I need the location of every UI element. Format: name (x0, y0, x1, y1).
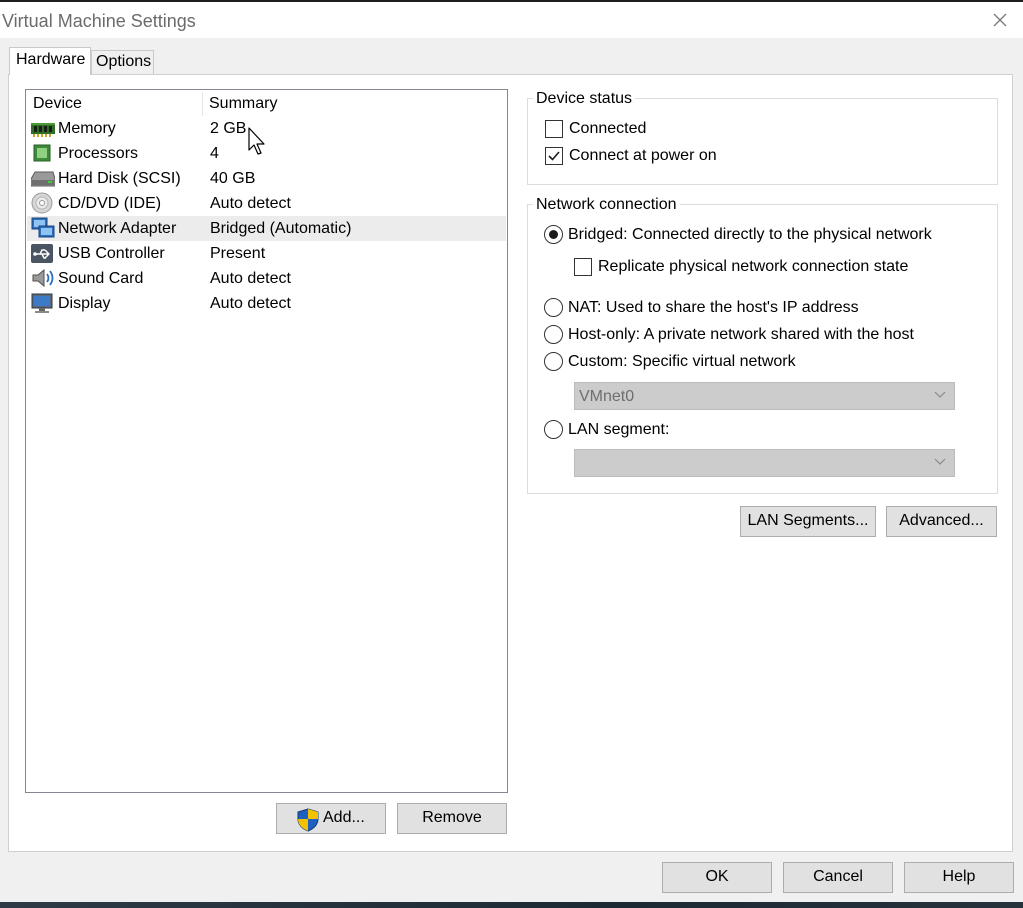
sound-card-icon (31, 268, 54, 288)
device-status-legend: Device status (533, 90, 636, 108)
replicate-state-checkbox[interactable] (574, 258, 592, 276)
bridged-label[interactable]: Bridged: Connected directly to the physi… (568, 225, 932, 245)
device-name: Processors (58, 145, 139, 162)
custom-radio[interactable] (544, 352, 563, 371)
device-summary: Auto detect (210, 270, 291, 287)
device-row-usb-controller[interactable]: USB Controller Present (27, 241, 506, 266)
advanced-button[interactable]: Advanced... (886, 506, 997, 537)
tab-options-label: Options (96, 53, 152, 70)
remove-device-button[interactable]: Remove (397, 803, 507, 834)
device-summary: Present (210, 245, 266, 262)
help-button[interactable]: Help (904, 862, 1014, 893)
mouse-cursor-icon (248, 127, 268, 157)
device-summary: 2 GB (210, 120, 247, 137)
network-adapter-icon (31, 217, 55, 238)
close-icon[interactable] (991, 11, 1009, 29)
column-header-summary[interactable]: Summary (202, 90, 277, 118)
tab-hardware[interactable]: Hardware (9, 47, 91, 75)
device-list[interactable]: Device Summary Memory 2 GB Processors 4 … (25, 89, 508, 793)
device-summary: 4 (210, 145, 219, 162)
processor-icon (31, 144, 53, 163)
device-row-display[interactable]: Display Auto detect (27, 291, 506, 316)
memory-icon (31, 119, 55, 138)
taskbar-edge (0, 902, 1023, 908)
device-status-group (527, 98, 998, 185)
device-name: USB Controller (58, 245, 165, 262)
window-title: Virtual Machine Settings (2, 11, 196, 31)
device-summary: Auto detect (210, 195, 291, 212)
usb-icon (31, 244, 53, 263)
add-device-button[interactable]: Add... (276, 803, 386, 834)
tab-options[interactable]: Options (91, 50, 154, 74)
device-name: CD/DVD (IDE) (58, 195, 162, 212)
cancel-button[interactable]: Cancel (783, 862, 893, 893)
nat-radio[interactable] (544, 298, 563, 317)
custom-network-select[interactable]: VMnet0 (574, 382, 955, 410)
device-row-network-adapter[interactable]: Network Adapter Bridged (Automatic) (27, 216, 506, 241)
device-summary: Bridged (Automatic) (210, 220, 352, 237)
column-header-device[interactable]: Device (26, 90, 82, 118)
radio-selected-dot (549, 230, 558, 239)
custom-network-value: VMnet0 (579, 388, 635, 405)
chevron-down-icon (934, 458, 946, 465)
host-only-radio[interactable] (544, 325, 563, 344)
host-only-label[interactable]: Host-only: A private network shared with… (568, 325, 914, 345)
custom-label[interactable]: Custom: Specific virtual network (568, 352, 796, 372)
device-name: Memory (58, 120, 116, 137)
nat-label[interactable]: NAT: Used to share the host's IP address (568, 298, 859, 318)
add-device-button-label: Add... (323, 809, 365, 826)
device-row-cd-dvd[interactable]: CD/DVD (IDE) Auto detect (27, 191, 506, 216)
device-name: Display (58, 295, 111, 312)
device-summary: Auto detect (210, 295, 291, 312)
chevron-down-icon (934, 391, 946, 398)
connected-label[interactable]: Connected (569, 119, 646, 139)
lan-segment-select[interactable] (574, 449, 955, 477)
connected-checkbox[interactable] (545, 120, 563, 138)
uac-shield-icon (297, 808, 319, 832)
device-summary: 40 GB (210, 170, 256, 187)
checkmark-icon (548, 151, 560, 161)
connect-at-power-on-checkbox[interactable] (545, 147, 563, 165)
device-name: Hard Disk (SCSI) (58, 170, 181, 187)
network-connection-legend: Network connection (533, 196, 680, 214)
lan-segment-label[interactable]: LAN segment: (568, 420, 669, 440)
lan-segment-radio[interactable] (544, 420, 563, 439)
hard-disk-icon (30, 169, 56, 188)
ok-button[interactable]: OK (662, 862, 772, 893)
device-row-hard-disk[interactable]: Hard Disk (SCSI) 40 GB (27, 166, 506, 191)
display-icon (31, 293, 53, 313)
cd-dvd-icon (31, 192, 53, 214)
device-name: Network Adapter (58, 220, 177, 237)
device-name: Sound Card (58, 270, 144, 287)
bridged-radio[interactable] (544, 225, 563, 244)
device-row-sound-card[interactable]: Sound Card Auto detect (27, 266, 506, 291)
lan-segments-button[interactable]: LAN Segments... (740, 506, 876, 537)
tab-hardware-label: Hardware (16, 51, 86, 68)
connect-at-power-on-label[interactable]: Connect at power on (569, 146, 717, 166)
replicate-state-label[interactable]: Replicate physical network connection st… (598, 257, 908, 277)
title-bar[interactable]: Virtual Machine Settings (0, 2, 1023, 38)
